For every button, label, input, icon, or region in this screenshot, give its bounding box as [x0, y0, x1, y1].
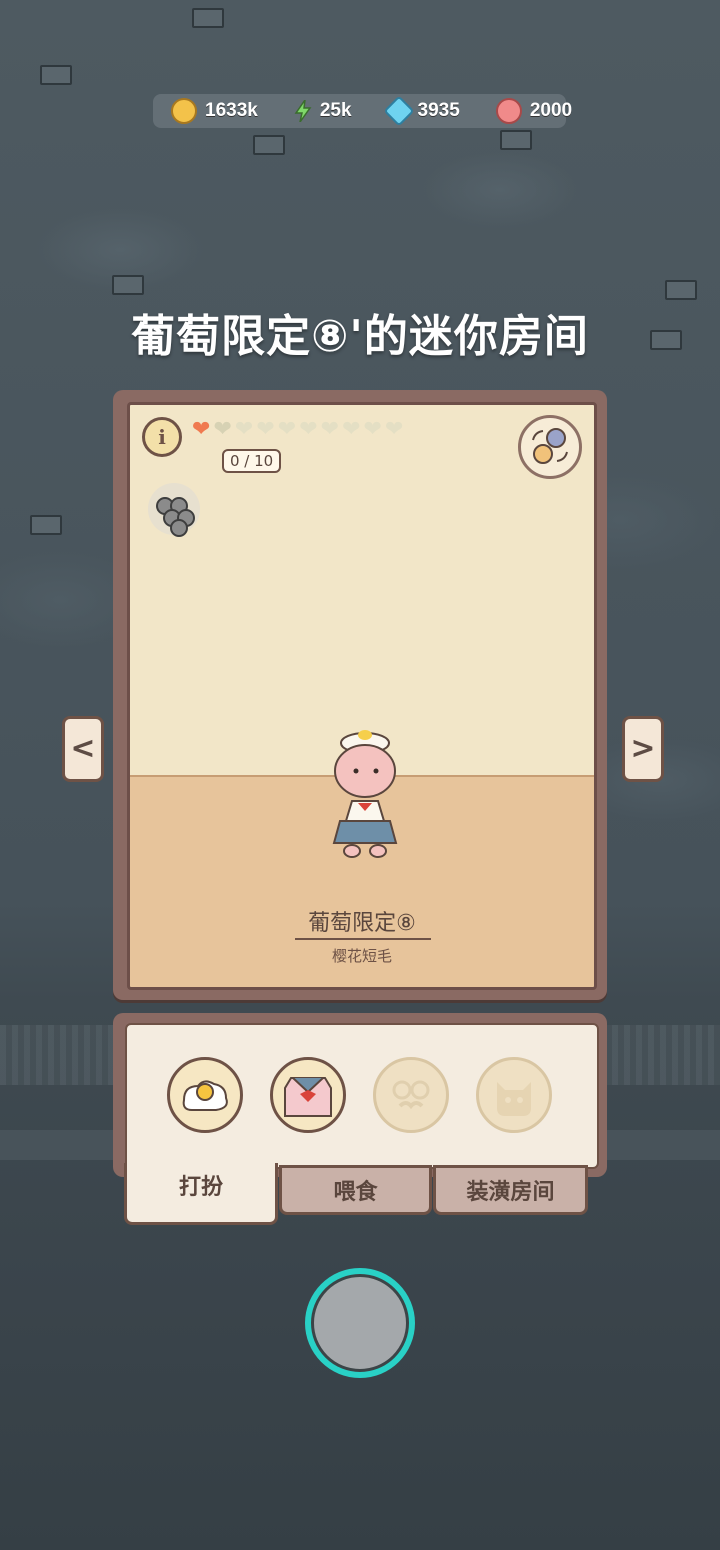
tab-feed[interactable]: 喂食 [279, 1165, 432, 1215]
resource-bar: 1633k 25k 3935 2000 [153, 94, 572, 128]
cat-breed: 樱花短毛 [331, 947, 392, 965]
grape-badge-icon[interactable] [148, 483, 200, 537]
outfit-slot-face[interactable] [373, 1057, 449, 1133]
candy-amount: 2000 [529, 100, 573, 121]
sailor-uniform-icon [284, 1077, 332, 1117]
sign-decoration [665, 280, 697, 300]
room-view: i ❤ ❤ ❤ ❤ ❤ ❤ ❤ ❤ ❤ ❤ 0 / 10 葡萄限定⑧ 樱花短毛 [127, 402, 597, 990]
affection-count: 0 / 10 [222, 449, 282, 473]
cat-character[interactable] [322, 723, 408, 863]
heart-empty-icon: ❤ [384, 417, 404, 442]
affection-hearts: ❤ ❤ ❤ ❤ ❤ ❤ ❤ ❤ ❤ ❤ [192, 417, 406, 443]
gem-resource[interactable]: 3935 [382, 95, 460, 127]
lightning-icon [294, 99, 312, 123]
prev-cat-button[interactable]: < [62, 716, 104, 782]
heart-empty-icon: ❤ [342, 417, 361, 442]
room-card: i ❤ ❤ ❤ ❤ ❤ ❤ ❤ ❤ ❤ ❤ 0 / 10 葡萄限定⑧ 樱花短毛 [113, 390, 607, 1000]
outfit-slot-hat[interactable] [167, 1057, 243, 1133]
heart-empty-icon: ❤ [277, 417, 297, 442]
heart-empty-icon: ❤ [320, 417, 340, 442]
candy-icon [495, 98, 522, 124]
gem-amount: 3935 [417, 100, 460, 121]
cat-name: 葡萄限定⑧ [308, 911, 416, 936]
fried-egg-icon [182, 1080, 228, 1111]
coin-amount: 1633k [205, 100, 258, 121]
energy-resource[interactable]: 25k [294, 99, 352, 123]
heart-empty-icon: ❤ [256, 417, 275, 442]
action-button-face [311, 1274, 409, 1372]
sign-decoration [500, 130, 532, 150]
info-button[interactable]: i [142, 417, 182, 457]
swap-cats-icon [532, 428, 568, 464]
coin-resource[interactable]: 1633k [171, 98, 258, 124]
heart-empty-icon: ❤ [234, 417, 254, 442]
room-title: 葡萄限定⑧'的迷你房间 [131, 311, 589, 362]
coin-icon [171, 98, 197, 124]
candy-resource[interactable]: 2000 [495, 98, 573, 124]
outfit-slots [125, 1023, 599, 1169]
heart-filled-icon: ❤ [192, 417, 211, 442]
outfit-slot-mask[interactable] [476, 1057, 552, 1133]
sign-decoration [253, 135, 285, 155]
glasses-mustache-icon [392, 1080, 430, 1110]
switch-cat-button[interactable] [518, 415, 582, 479]
heart-empty-icon: ❤ [363, 417, 382, 442]
tab-bar: 打扮 喂食 装潢房间 [124, 1163, 588, 1225]
next-cat-button[interactable]: > [622, 716, 664, 782]
gem-icon [382, 95, 415, 127]
sign-decoration [40, 65, 72, 85]
outfit-panel [113, 1013, 607, 1177]
sign-decoration [112, 275, 144, 295]
cat-mask-icon [497, 1082, 531, 1116]
tab-dress-up[interactable]: 打扮 [124, 1163, 278, 1225]
tab-decorate-room[interactable]: 装潢房间 [433, 1165, 588, 1215]
home-action-button[interactable] [305, 1268, 415, 1378]
energy-amount: 25k [319, 100, 352, 121]
heart-empty-icon: ❤ [213, 417, 232, 442]
outfit-slot-clothes[interactable] [270, 1057, 346, 1133]
name-divider [295, 938, 431, 940]
sign-decoration [30, 515, 62, 535]
heart-empty-icon: ❤ [299, 417, 318, 442]
sign-decoration [192, 8, 224, 28]
